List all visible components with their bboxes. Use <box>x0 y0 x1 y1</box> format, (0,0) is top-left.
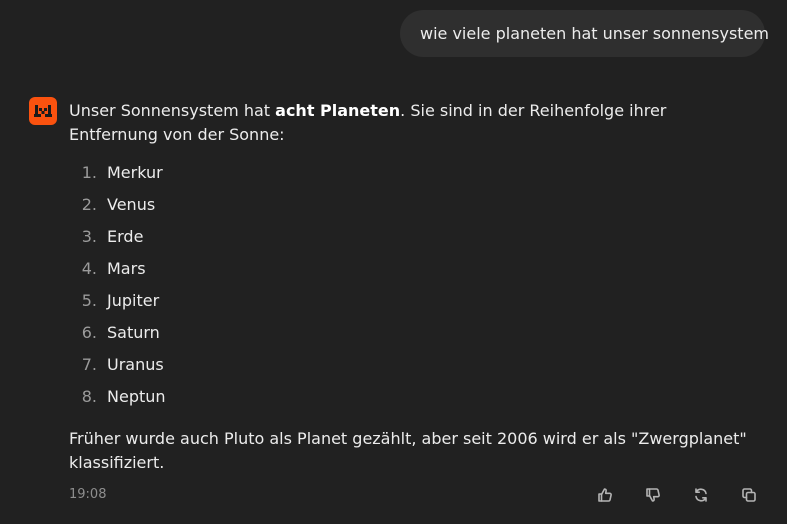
message-timestamp: 19:08 <box>69 487 107 502</box>
list-item: 7. Uranus <box>69 349 759 381</box>
intro-text-start: Unser Sonnensystem hat <box>69 101 276 120</box>
planet-name: Merkur <box>107 163 163 182</box>
list-item: 6. Saturn <box>69 317 759 349</box>
intro-bold-text: acht Planeten <box>275 101 401 120</box>
mistral-logo-icon <box>34 105 52 117</box>
planet-name: Neptun <box>107 387 166 406</box>
user-message-text: wie viele planeten hat unser sonnensyste… <box>420 24 769 43</box>
assistant-avatar <box>29 97 57 125</box>
list-item: 5. Jupiter <box>69 285 759 317</box>
message-footer: 19:08 <box>69 484 769 506</box>
list-number: 4. <box>81 259 97 278</box>
list-number: 7. <box>81 355 97 374</box>
list-item: 1. Merkur <box>69 157 759 189</box>
list-item: 2. Venus <box>69 189 759 221</box>
regenerate-button[interactable] <box>691 485 711 505</box>
thumbs-down-icon <box>646 488 660 502</box>
planet-name: Uranus <box>107 355 164 374</box>
list-item: 4. Mars <box>69 253 759 285</box>
planet-name: Venus <box>107 195 156 214</box>
list-number: 1. <box>81 163 97 182</box>
regenerate-icon <box>695 488 707 502</box>
planet-list: 1. Merkur 2. Venus 3. Erde 4. Mars 5. Jupiter… <box>69 157 759 413</box>
planet-name: Erde <box>107 227 144 246</box>
planet-name: Mars <box>107 259 146 278</box>
thumbs-down-button[interactable] <box>643 485 663 505</box>
thumbs-up-button[interactable] <box>595 485 615 505</box>
copy-icon <box>742 488 756 502</box>
list-number: 3. <box>81 227 97 246</box>
assistant-message: Unser Sonnensystem hat acht Planeten. Si… <box>69 99 759 475</box>
planet-name: Saturn <box>107 323 160 342</box>
planet-name: Jupiter <box>107 291 160 310</box>
list-number: 2. <box>81 195 97 214</box>
list-number: 8. <box>81 387 97 406</box>
copy-button[interactable] <box>739 485 759 505</box>
list-number: 6. <box>81 323 97 342</box>
list-item: 8. Neptun <box>69 381 759 413</box>
user-message-bubble: wie viele planeten hat unser sonnensyste… <box>400 10 769 57</box>
list-number: 5. <box>81 291 97 310</box>
assistant-footnote: Früher wurde auch Pluto als Planet gezäh… <box>69 429 747 472</box>
thumbs-up-icon <box>598 488 612 502</box>
assistant-intro: Unser Sonnensystem hat acht Planeten. Si… <box>69 99 759 147</box>
list-item: 3. Erde <box>69 221 759 253</box>
